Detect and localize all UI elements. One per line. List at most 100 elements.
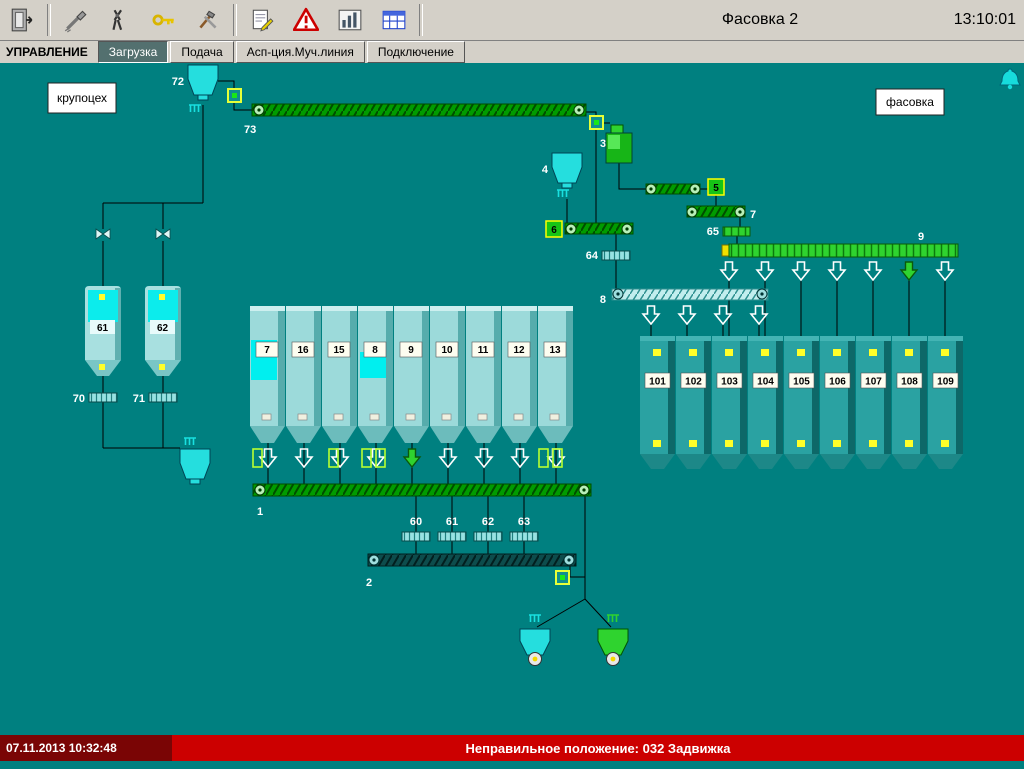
silo-center-7[interactable]: 11 xyxy=(466,306,501,443)
clock: 13:10:01 xyxy=(954,11,1016,29)
pliers-button[interactable] xyxy=(98,2,142,38)
toolbar-separator xyxy=(233,4,237,36)
discharge-arrows-conveyor9 xyxy=(721,262,953,280)
process-diagram: крупоцех фасовка 72 73 3 4 5 7 65 6 64 9… xyxy=(0,63,1024,735)
gate-63[interactable] xyxy=(510,532,538,541)
control-menu[interactable]: УПРАВЛЕНИЕ xyxy=(0,41,98,63)
conveyor-8[interactable] xyxy=(612,289,768,300)
silo-center-9[interactable]: 13 xyxy=(538,306,573,443)
gate-61[interactable] xyxy=(438,532,466,541)
hopper-72[interactable] xyxy=(188,65,218,100)
alarm-message[interactable]: Неправильное положение: 032 Задвижка xyxy=(172,735,1024,761)
conveyor-7[interactable] xyxy=(687,206,745,217)
silo-107[interactable]: 107 xyxy=(856,336,891,469)
discharge-cart-left[interactable] xyxy=(520,629,550,666)
valve-icon[interactable] xyxy=(156,229,170,239)
gate-64[interactable] xyxy=(602,251,630,260)
silo-center-3[interactable]: 15 xyxy=(322,306,357,443)
label-60: 60 xyxy=(410,516,422,528)
box-5[interactable]: 5 xyxy=(708,179,724,195)
silo-center-6[interactable]: 10 xyxy=(430,306,465,443)
tab-bar: УПРАВЛЕНИЕ Загрузка Подача Асп-ция.Муч.л… xyxy=(0,41,1024,63)
tab-podklyuchenie[interactable]: Подключение xyxy=(367,41,465,63)
gate-62[interactable] xyxy=(474,532,502,541)
silo-label: 104 xyxy=(757,377,774,388)
area-label-fasovka: фасовка xyxy=(876,89,944,115)
aspirator-icon xyxy=(529,615,541,622)
conveyor-1[interactable] xyxy=(253,484,591,496)
silo-61[interactable]: 61 xyxy=(85,286,121,376)
label-61: 61 xyxy=(446,516,458,528)
valve-71[interactable] xyxy=(149,393,177,402)
exit-icon xyxy=(9,7,35,33)
label-silo-62: 62 xyxy=(157,323,169,334)
hopper-4[interactable] xyxy=(552,153,582,188)
label-silo-61: 61 xyxy=(97,323,109,334)
valve-70[interactable] xyxy=(89,393,117,402)
elevator-head[interactable] xyxy=(606,125,632,163)
silo-105[interactable]: 105 xyxy=(784,336,819,469)
silo-101[interactable]: 101 xyxy=(640,336,675,469)
alarm-button[interactable] xyxy=(284,2,328,38)
gate-60[interactable] xyxy=(402,532,430,541)
tab-podacha[interactable]: Подача xyxy=(170,41,233,63)
label-63: 63 xyxy=(518,516,530,528)
table-icon xyxy=(381,7,407,33)
aspirator-icon xyxy=(607,615,619,622)
pliers-icon xyxy=(107,7,133,33)
service-button[interactable] xyxy=(186,2,230,38)
discharge-cart-right[interactable] xyxy=(598,629,628,666)
table-button[interactable] xyxy=(372,2,416,38)
silo-label: 15 xyxy=(333,345,345,356)
sweep-button[interactable] xyxy=(54,2,98,38)
label-4: 4 xyxy=(542,164,549,176)
discharge-arrows-center-silos xyxy=(260,449,564,467)
label-7: 7 xyxy=(750,209,756,221)
sensor-box-72[interactable] xyxy=(228,89,241,102)
silo-108[interactable]: 108 xyxy=(892,336,927,469)
silo-center-8[interactable]: 12 xyxy=(502,306,537,443)
discharge-arrows-conveyor8 xyxy=(643,306,767,324)
silo-label: 105 xyxy=(793,377,810,388)
silo-center-5[interactable]: 9 xyxy=(394,306,429,443)
silo-104[interactable]: 104 xyxy=(748,336,783,469)
hopper-left-bottom[interactable] xyxy=(180,449,210,484)
conveyor-73[interactable] xyxy=(252,104,586,116)
silo-center-2[interactable]: 16 xyxy=(286,306,321,443)
conveyor-9[interactable] xyxy=(722,244,958,257)
silo-label: 103 xyxy=(721,377,738,388)
box-6[interactable]: 6 xyxy=(546,221,562,237)
alarm-bell-icon[interactable] xyxy=(1000,69,1020,89)
key-icon xyxy=(151,7,177,33)
tab-aspiraciya[interactable]: Асп-ция.Муч.линия xyxy=(236,41,365,63)
feeder-conveyor-5[interactable] xyxy=(646,184,700,194)
label-3: 3 xyxy=(600,138,606,150)
silo-label: 16 xyxy=(297,345,309,356)
silo-62[interactable]: 62 xyxy=(145,286,181,376)
report-button[interactable] xyxy=(240,2,284,38)
report-icon xyxy=(249,7,275,33)
tab-zagruzka[interactable]: Загрузка xyxy=(98,41,169,63)
silo-label: 10 xyxy=(441,345,453,356)
status-bar: 07.11.2013 10:32:48 Неправильное положен… xyxy=(0,735,1024,761)
sensor-box-discharge[interactable] xyxy=(556,571,569,584)
area-label-text: крупоцех xyxy=(57,91,107,105)
conveyor-65[interactable] xyxy=(723,227,750,236)
exit-button[interactable] xyxy=(0,2,44,38)
trends-button[interactable] xyxy=(328,2,372,38)
label-73: 73 xyxy=(244,124,256,136)
silo-center-1[interactable]: 7 xyxy=(250,306,285,443)
silo-103[interactable]: 103 xyxy=(712,336,747,469)
conveyor-6[interactable] xyxy=(565,223,633,234)
key-button[interactable] xyxy=(142,2,186,38)
sensor-box-3[interactable] xyxy=(590,116,603,129)
valve-icon[interactable] xyxy=(96,229,110,239)
conveyor-2[interactable] xyxy=(368,554,576,566)
area-label-krupoceh: крупоцех xyxy=(48,83,116,113)
silo-106[interactable]: 106 xyxy=(820,336,855,469)
silo-center-4[interactable]: 8 xyxy=(358,306,393,443)
aspirator-icon xyxy=(557,190,569,197)
silo-102[interactable]: 102 xyxy=(676,336,711,469)
label-62: 62 xyxy=(482,516,494,528)
silo-109[interactable]: 109 xyxy=(928,336,963,469)
